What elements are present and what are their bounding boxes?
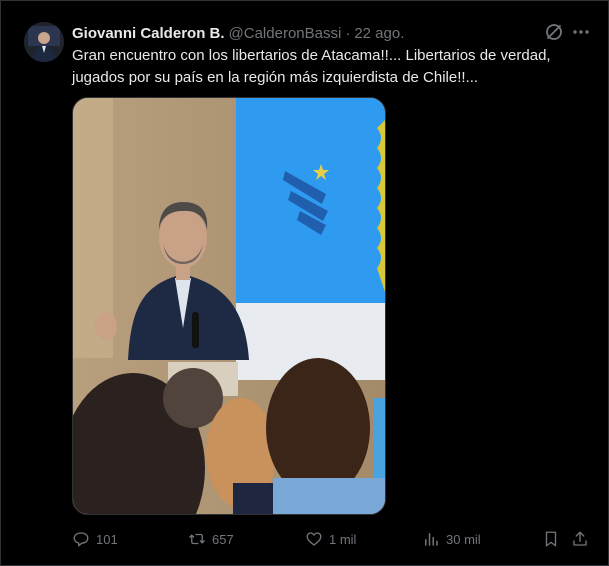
analytics-icon: [425, 533, 438, 546]
heart-icon: [306, 532, 322, 546]
separator-dot: ·: [345, 24, 351, 42]
reply-count: 101: [96, 531, 118, 547]
repost-icon: [189, 533, 205, 545]
tweet-media-photo[interactable]: [72, 97, 386, 515]
views-button[interactable]: 30 mil: [422, 528, 481, 550]
share-button[interactable]: [571, 528, 589, 550]
photo-scene: [73, 98, 385, 514]
bookmark-icon: [545, 531, 557, 547]
author-name[interactable]: Giovanni Calderon B.: [72, 25, 225, 42]
grok-icon[interactable]: [544, 22, 564, 42]
tweet-text-line-1: Gran encuentro con los libertarios de At…: [72, 47, 551, 64]
like-button[interactable]: 1 mil: [305, 528, 356, 550]
repost-count: 657: [212, 531, 234, 547]
tweet-header: Giovanni Calderon B. @CalderonBassi · 22…: [72, 23, 404, 43]
views-count: 30 mil: [446, 531, 481, 547]
tweet-actions: 101 657 1 mil 30 mil: [72, 528, 592, 550]
tweet-date[interactable]: 22 ago.: [354, 25, 404, 42]
avatar-image: [24, 22, 64, 62]
author-handle[interactable]: @CalderonBassi: [229, 25, 342, 42]
tweet-card[interactable]: Giovanni Calderon B. @CalderonBassi · 22…: [0, 0, 609, 566]
reply-button[interactable]: 101: [72, 528, 118, 550]
repost-button[interactable]: 657: [188, 528, 234, 550]
tweet-text: Gran encuentro con los libertarios de At…: [72, 45, 592, 89]
share-icon: [573, 531, 587, 546]
more-icon[interactable]: [571, 22, 591, 42]
reply-icon: [73, 532, 89, 547]
tweet-text-line-2: jugados por su país en la región más izq…: [72, 69, 479, 86]
avatar[interactable]: [24, 22, 64, 62]
bookmark-button[interactable]: [542, 528, 560, 550]
like-count: 1 mil: [329, 531, 357, 547]
